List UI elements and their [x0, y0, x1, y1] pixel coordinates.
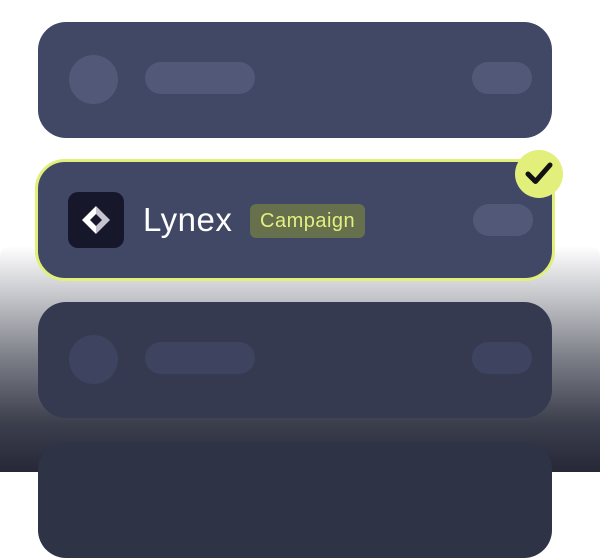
avatar-placeholder — [69, 55, 118, 104]
list-item-placeholder[interactable] — [38, 22, 552, 138]
action-placeholder — [473, 204, 533, 236]
list-item-selected[interactable]: Lynex Campaign — [35, 159, 555, 281]
checkmark-icon — [515, 150, 563, 198]
title-placeholder — [145, 62, 255, 94]
lynex-logo-icon — [68, 192, 124, 248]
action-placeholder — [472, 342, 532, 374]
list-item-placeholder[interactable] — [38, 302, 552, 418]
avatar-placeholder — [69, 335, 118, 384]
title-placeholder — [145, 342, 255, 374]
item-name: Lynex — [143, 201, 233, 238]
list-item-placeholder[interactable] — [38, 442, 552, 558]
campaign-tag: Campaign — [250, 204, 366, 238]
action-placeholder — [472, 62, 532, 94]
